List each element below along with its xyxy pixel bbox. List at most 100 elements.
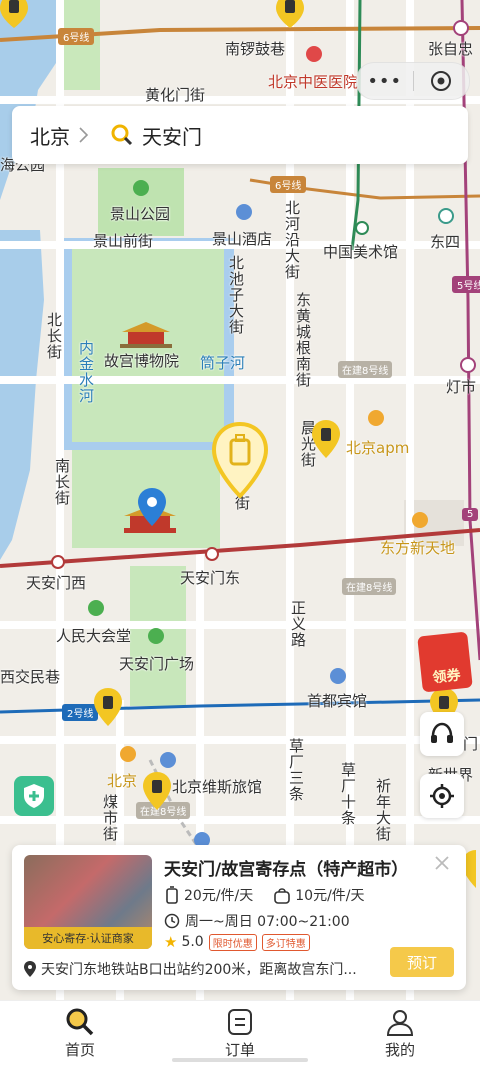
storage-marker-icon[interactable] <box>276 0 304 30</box>
opening-hours: 周一~周日 07:00~21:00 <box>185 914 350 930</box>
storage-point-card[interactable]: 安心寄存·认证商家 天安门/故宫寄存点（特产超市） 20元/件/天 10元/件/… <box>12 845 466 990</box>
close-icon[interactable] <box>434 855 450 871</box>
hours-row: 周一~周日 07:00~21:00 <box>164 911 350 931</box>
map-label: 天安门西 <box>26 574 87 592</box>
map-label: 灯市 <box>446 378 477 396</box>
certified-badge: 安心寄存·认证商家 <box>24 927 152 949</box>
map-label: 张自忠 <box>428 40 474 58</box>
map-label: 北河沿大街 <box>283 200 301 280</box>
subway-line-tag: 在建8号线 <box>342 578 397 595</box>
coupon-label: 领券 <box>431 667 462 687</box>
chevron-right-icon <box>79 127 89 143</box>
price-large-luggage: 20元/件/天 <box>184 888 254 904</box>
rating-value: 5.0 <box>181 934 204 950</box>
address-text: 天安门东地铁站B口出站约200米，距离故宫东门... <box>41 962 357 978</box>
hotel-poi-icon <box>330 668 346 684</box>
address-row: 天安门东地铁站B口出站约200米，距离故宫东门... <box>24 959 357 979</box>
book-button[interactable]: 预订 <box>390 947 454 977</box>
current-location-pin-icon[interactable] <box>138 488 166 528</box>
park-poi-icon <box>133 180 149 196</box>
map-label: 北京apm <box>346 439 410 457</box>
hotel-poi-icon <box>236 204 252 220</box>
location-pin-icon <box>24 961 36 977</box>
map-label: 景山酒店 <box>212 230 273 248</box>
map-label: 北京 <box>107 772 138 790</box>
customer-service-button[interactable] <box>420 712 464 756</box>
map-label: 景山前街 <box>93 232 154 250</box>
subway-line-tag: 5 <box>462 508 479 521</box>
shield-icon <box>24 784 44 808</box>
park-poi-icon <box>148 628 164 644</box>
promo-chip: 限时优惠 <box>208 933 257 951</box>
map-label: 煤市街 <box>101 794 119 842</box>
storage-marker-icon[interactable] <box>312 420 340 460</box>
map-label: 草厂十条 <box>339 762 357 826</box>
close-circle-icon <box>431 71 452 91</box>
map-label: 故宫博物院 <box>104 352 180 370</box>
map-label: 筒子河 <box>200 354 246 372</box>
government-poi-icon <box>88 600 104 616</box>
bottom-tab-bar: 首页 订单 我的 <box>0 1000 480 1067</box>
storage-point-photo[interactable]: 安心寄存·认证商家 <box>24 855 152 949</box>
close-miniprogram-button[interactable] <box>414 70 470 92</box>
map-label: 天安门东 <box>180 569 241 587</box>
subway-line-tag: 6号线 <box>58 28 95 45</box>
map-label: 景山公园 <box>110 205 171 223</box>
price-row: 20元/件/天 10元/件/天 <box>164 885 365 905</box>
large-luggage-icon <box>166 886 178 904</box>
map-label: 祈年大街 <box>374 778 392 842</box>
home-indicator <box>172 1058 308 1062</box>
storage-marker-icon[interactable] <box>94 688 122 728</box>
safety-shield-button[interactable] <box>14 776 54 816</box>
shopping-poi-icon <box>120 746 136 762</box>
map-label: 天安门广场 <box>119 655 195 673</box>
map-label: 南锣鼓巷 <box>225 40 286 58</box>
search-input[interactable]: 天安门 <box>142 121 202 150</box>
headset-icon <box>431 722 453 743</box>
locate-me-button[interactable] <box>420 774 464 818</box>
palace-icon <box>120 322 172 348</box>
coupon-promo-button[interactable]: 领券 <box>417 631 473 693</box>
selected-storage-marker-icon[interactable] <box>212 422 268 498</box>
miniprogram-capsule[interactable]: ••• <box>356 62 470 100</box>
storage-marker-icon[interactable] <box>143 772 171 812</box>
map-label: 西交民巷 <box>0 668 61 686</box>
search-icon <box>111 124 133 146</box>
hospital-poi-icon <box>306 46 322 62</box>
tab-home[interactable]: 首页 <box>0 1001 160 1067</box>
locate-icon <box>430 784 454 808</box>
city-selector[interactable]: 北京 <box>30 121 70 150</box>
map-label: 东四 <box>430 233 461 251</box>
map-label: 北京中医医院 <box>268 73 359 91</box>
search-bar[interactable]: 北京 天安门 <box>12 106 468 164</box>
map-label: 东黄城根南街 <box>294 292 312 388</box>
map-label: 正义路 <box>289 600 307 648</box>
shopping-poi-icon <box>412 512 428 528</box>
storage-marker-icon[interactable] <box>0 0 28 30</box>
map-label: 草厂三条 <box>287 738 305 802</box>
more-menu-icon[interactable]: ••• <box>357 71 413 92</box>
tab-label: 订单 <box>224 1041 255 1059</box>
map-label: 北长街 <box>45 312 63 360</box>
price-small-bag: 10元/件/天 <box>295 888 365 904</box>
subway-line-tag: 6号线 <box>270 176 307 193</box>
map-label: 人民大会堂 <box>56 627 132 645</box>
map-label: 北京维斯旅馆 <box>172 778 263 796</box>
map-label: 内金水河 <box>77 340 95 404</box>
subway-line-tag: 2号线 <box>62 704 99 721</box>
subway-line-tag: 5号线 <box>452 276 480 293</box>
map-label: 中国美术馆 <box>323 243 399 261</box>
map-label: 黄化门街 <box>145 86 206 104</box>
tab-label: 我的 <box>384 1041 415 1059</box>
hotel-poi-icon <box>160 752 176 768</box>
map-label: 东方新天地 <box>380 539 456 557</box>
map-label: 首都宾馆 <box>307 692 368 710</box>
small-bag-icon <box>274 888 291 904</box>
tab-label: 首页 <box>64 1041 95 1059</box>
star-icon: ★ <box>164 933 178 951</box>
user-icon <box>386 1010 414 1036</box>
clock-icon <box>164 913 180 929</box>
tab-profile[interactable]: 我的 <box>320 1001 480 1067</box>
map-label: 北池子大街 <box>227 255 245 335</box>
order-icon <box>228 1009 252 1035</box>
